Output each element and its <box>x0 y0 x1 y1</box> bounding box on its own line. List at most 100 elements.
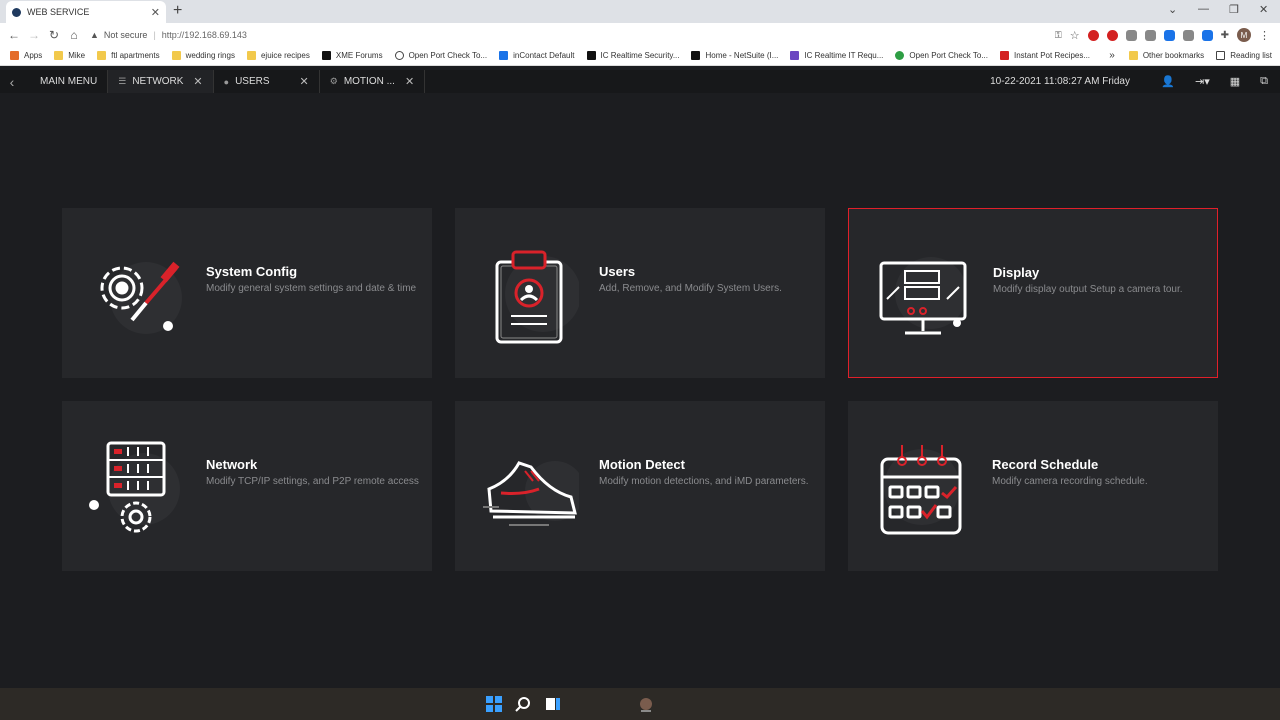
browser-tab[interactable]: WEB SERVICE ✕ <box>6 1 166 23</box>
bookmark-item[interactable]: IC Realtime IT Requ... <box>790 51 883 60</box>
card-record-schedule[interactable]: Record Schedule Modify camera recording … <box>848 401 1218 571</box>
forward-arrow-icon[interactable]: → <box>24 28 44 42</box>
card-title: Motion Detect <box>599 457 685 472</box>
bookmark-item[interactable]: inContact Default <box>499 51 575 60</box>
omnibox-separator: | <box>153 29 156 40</box>
card-description: Modify TCP/IP settings, and P2P remote a… <box>206 476 419 487</box>
card-title: Users <box>599 264 636 279</box>
close-tab-icon[interactable]: ✕ <box>193 75 202 88</box>
bookmark-item[interactable]: Home - NetSuite (I... <box>691 51 778 60</box>
tab-search-icon[interactable]: ⌄ <box>1168 3 1177 16</box>
bookmark-item[interactable]: ftl apartments <box>97 51 160 60</box>
folder-icon <box>246 51 256 60</box>
bookmark-item[interactable]: Mike <box>54 51 85 60</box>
card-description: Modify motion detections, and iMD parame… <box>599 476 809 487</box>
apps-grid-icon <box>10 51 19 60</box>
bookmark-item[interactable]: Open Port Check To... <box>895 51 988 60</box>
bookmarks-right: » Other bookmarks Reading list <box>1109 50 1272 61</box>
fullscreen-icon[interactable]: ⧉ <box>1260 75 1268 88</box>
site-favicon-icon <box>12 7 21 17</box>
card-motion-detect[interactable]: Motion Detect Modify motion detections, … <box>455 401 825 571</box>
more-bookmarks-button[interactable]: » <box>1109 50 1115 61</box>
top-tools: 👤 ⇥▾ ▦ ⧉ <box>1161 75 1268 88</box>
user-icon: ● <box>223 76 230 87</box>
new-tab-button[interactable]: + <box>173 2 182 20</box>
bookmark-item[interactable]: ejuice recipes <box>246 51 310 60</box>
tab-network[interactable]: ☰ NETWORK ✕ <box>108 70 214 93</box>
extension-blue-icon[interactable] <box>1201 29 1213 41</box>
card-description: Modify camera recording schedule. <box>992 476 1148 487</box>
address-bar: ← → ↻ ⌂ ▲ Not secure | http://192.168.69… <box>0 23 1280 46</box>
chrome-taskbar-icon[interactable] <box>638 696 654 712</box>
key-icon[interactable]: ⚿ <box>1055 30 1062 41</box>
chevron-left-icon[interactable]: ‹ <box>0 74 24 90</box>
site-icon <box>499 51 509 60</box>
card-description: Modify general system settings and date … <box>206 283 417 294</box>
extensions-area: ⚿ ☆ ✚ M ⋮ <box>1055 28 1270 42</box>
windows-start-icon[interactable] <box>486 696 502 712</box>
omnibox[interactable]: ▲ Not secure | http://192.168.69.143 <box>90 30 247 40</box>
task-view-icon[interactable] <box>545 696 561 712</box>
bookmarks-bar: Apps Mike ftl apartments wedding rings e… <box>0 46 1280 66</box>
close-tab-icon[interactable]: ✕ <box>151 6 160 19</box>
url-text[interactable]: http://192.168.69.143 <box>162 30 247 40</box>
bookmark-item[interactable]: wedding rings <box>171 51 235 60</box>
tab-users[interactable]: ● USERS ✕ <box>214 70 320 93</box>
card-description: Modify display output Setup a camera tou… <box>993 284 1183 295</box>
qr-code-icon[interactable]: ▦ <box>1230 75 1240 88</box>
other-bookmarks[interactable]: Other bookmarks <box>1128 51 1204 60</box>
card-users[interactable]: Users Add, Remove, and Modify System Use… <box>455 208 825 378</box>
search-icon[interactable] <box>515 696 531 712</box>
home-icon[interactable]: ⌂ <box>64 28 84 42</box>
tab-motion[interactable]: ⚙ MOTION ... ✕ <box>320 70 426 93</box>
site-icon <box>321 51 331 60</box>
close-tab-icon[interactable]: ✕ <box>405 75 414 88</box>
minimize-icon[interactable]: — <box>1198 3 1209 15</box>
list-icon: ☰ <box>118 76 127 86</box>
datetime-display: 10-22-2021 11:08:27 AM Friday <box>990 76 1130 87</box>
extension-red-icon[interactable] <box>1087 29 1099 41</box>
bookmark-item[interactable]: IC Realtime Security... <box>586 51 679 60</box>
card-network[interactable]: Network Modify TCP/IP settings, and P2P … <box>62 401 432 571</box>
os-taskbar <box>0 688 1280 720</box>
extension-excel-icon[interactable] <box>1163 29 1175 41</box>
bookmark-item[interactable]: XME Forums <box>321 51 383 60</box>
user-clipboard-icon <box>479 248 581 344</box>
restore-icon[interactable]: ❐ <box>1229 3 1239 16</box>
window-close-icon[interactable]: ✕ <box>1259 3 1268 16</box>
card-title: Record Schedule <box>992 457 1099 472</box>
user-profile-icon[interactable]: 👤 <box>1161 75 1175 88</box>
site-icon <box>999 51 1009 60</box>
card-description: Add, Remove, and Modify System Users. <box>599 283 782 294</box>
bookmark-item[interactable]: Apps <box>10 51 42 60</box>
app-top-bar: ‹ MAIN MENU ☰ NETWORK ✕ ● USERS ✕ ⚙ MOTI… <box>0 70 1280 93</box>
extension-grey-icon[interactable] <box>1182 29 1194 41</box>
browser-tab-strip: WEB SERVICE ✕ + ⌄ — ❐ ✕ <box>0 0 1280 23</box>
motion-icon: ⚙ <box>329 76 338 86</box>
profile-avatar[interactable]: M <box>1237 28 1251 42</box>
card-display[interactable]: Display Modify display output Setup a ca… <box>848 208 1218 378</box>
reload-icon[interactable]: ↻ <box>44 28 64 42</box>
star-icon[interactable]: ☆ <box>1070 29 1080 42</box>
logout-icon[interactable]: ⇥▾ <box>1195 75 1210 88</box>
card-title: System Config <box>206 264 298 279</box>
extension-github-icon[interactable] <box>1125 29 1137 41</box>
folder-icon <box>97 51 107 60</box>
extension-abp-icon[interactable] <box>1106 29 1118 41</box>
tab-main-menu[interactable]: MAIN MENU <box>24 70 109 93</box>
close-tab-icon[interactable]: ✕ <box>300 75 309 88</box>
bookmark-item[interactable]: Instant Pot Recipes... <box>999 51 1090 60</box>
back-arrow-icon[interactable]: ← <box>4 28 24 42</box>
site-icon <box>586 51 596 60</box>
globe-icon <box>394 51 404 60</box>
extension-cast-icon[interactable] <box>1144 29 1156 41</box>
globe-icon <box>895 51 905 60</box>
reading-list[interactable]: Reading list <box>1216 51 1272 60</box>
folder-icon <box>1128 51 1138 60</box>
card-system-config[interactable]: System Config Modify general system sett… <box>62 208 432 378</box>
bookmark-item[interactable]: Open Port Check To... <box>394 51 487 60</box>
warning-icon: ▲ <box>90 29 99 40</box>
puzzle-icon[interactable]: ✚ <box>1221 30 1229 41</box>
reading-list-icon <box>1216 51 1226 60</box>
kebab-menu-icon[interactable]: ⋮ <box>1259 29 1270 42</box>
